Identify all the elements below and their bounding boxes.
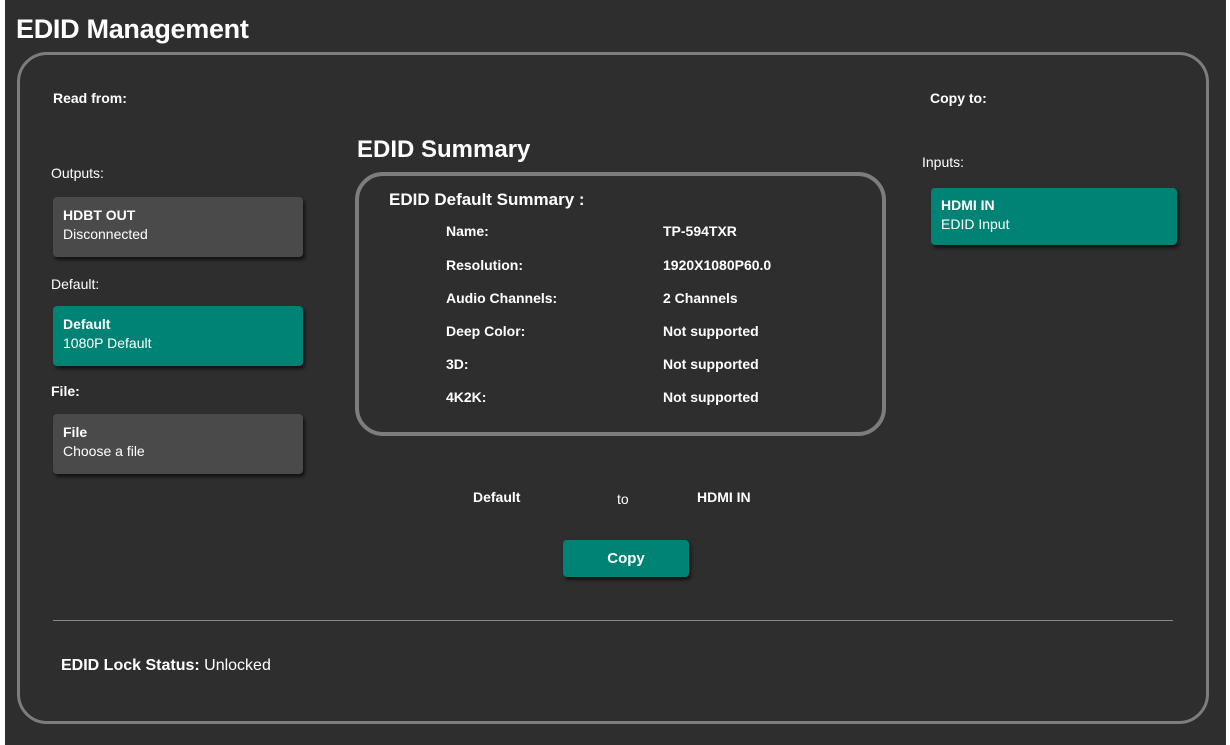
default-tile-status: 1080P Default: [63, 335, 152, 351]
summary-row-4k2k: 4K2K: Not supported: [446, 389, 866, 407]
input-tile-name: HDMI IN: [941, 197, 995, 213]
copy-to-label: Copy to:: [930, 90, 987, 106]
edid-lock-status: EDID Lock Status: Unlocked: [61, 657, 271, 675]
summary-value: 2 Channels: [663, 290, 738, 306]
summary-row-resolution: Resolution: 1920X1080P60.0: [446, 257, 866, 275]
output-tile-hdbt-out[interactable]: HDBT OUT Disconnected: [53, 197, 303, 257]
summary-value: TP-594TXR: [663, 223, 737, 239]
summary-title: EDID Summary: [357, 136, 531, 163]
default-label: Default:: [51, 276, 100, 292]
output-tile-status: Disconnected: [63, 226, 148, 242]
summary-value: Not supported: [663, 356, 759, 372]
lock-status-value: Unlocked: [204, 657, 271, 674]
summary-key: Resolution:: [446, 257, 523, 273]
file-tile-name: File: [63, 424, 88, 440]
copy-source: Default: [473, 489, 521, 505]
copy-connector: to: [617, 491, 629, 507]
summary-row-name: Name: TP-594TXR: [446, 223, 866, 241]
file-label: File:: [51, 383, 80, 399]
file-tile-status: Choose a file: [63, 443, 145, 459]
summary-key: Deep Color:: [446, 323, 526, 339]
lock-status-label: EDID Lock Status:: [61, 657, 200, 674]
output-tile-name: HDBT OUT: [63, 207, 136, 223]
summary-box: EDID Default Summary : Name: TP-594TXR R…: [355, 172, 886, 436]
default-tile[interactable]: Default 1080P Default: [53, 306, 303, 366]
summary-value: Not supported: [663, 389, 759, 405]
summary-subtitle: EDID Default Summary :: [389, 190, 585, 209]
default-tile-name: Default: [63, 316, 111, 332]
summary-key: Audio Channels:: [446, 290, 558, 306]
page-title: EDID Management: [16, 14, 249, 44]
summary-row-audio: Audio Channels: 2 Channels: [446, 290, 866, 308]
summary-value: 1920X1080P60.0: [663, 257, 772, 273]
summary-key: 4K2K:: [446, 389, 487, 405]
input-tile-status: EDID Input: [941, 216, 1010, 232]
copy-button[interactable]: Copy: [563, 540, 689, 577]
copy-target: HDMI IN: [697, 489, 751, 505]
summary-key: 3D:: [446, 356, 469, 372]
summary-row-deep-color: Deep Color: Not supported: [446, 323, 866, 341]
divider: [53, 620, 1173, 621]
summary-value: Not supported: [663, 323, 759, 339]
input-tile-hdmi-in[interactable]: HDMI IN EDID Input: [931, 188, 1177, 245]
summary-key: Name:: [446, 223, 489, 239]
outputs-label: Outputs:: [51, 165, 104, 181]
read-from-label: Read from:: [53, 90, 127, 106]
edid-management-screen: EDID Management Read from: Outputs: HDBT…: [5, 0, 1226, 745]
inputs-label: Inputs:: [922, 154, 965, 170]
file-tile[interactable]: File Choose a file: [53, 414, 303, 474]
summary-row-3d: 3D: Not supported: [446, 356, 866, 374]
